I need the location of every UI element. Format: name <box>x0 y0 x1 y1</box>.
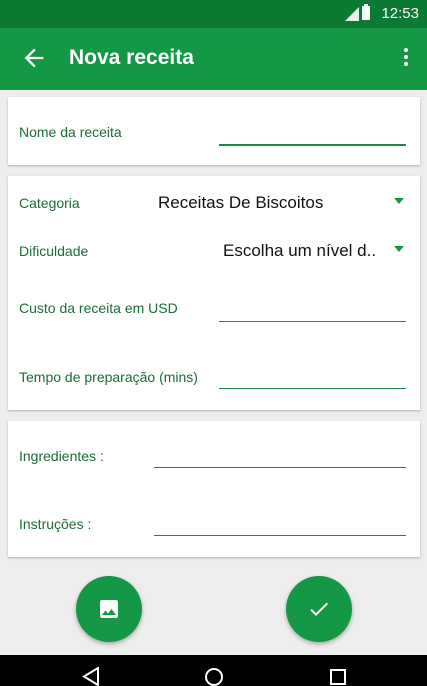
recipe-name-label: Nome da receita <box>19 124 122 140</box>
details-card: Categoria Receitas De Biscoitos Dificuld… <box>8 176 420 410</box>
difficulty-select[interactable]: Escolha um nível d.. <box>223 241 376 261</box>
battery-icon <box>362 4 370 20</box>
more-vert-icon[interactable] <box>403 48 409 70</box>
recipe-name-input[interactable] <box>219 144 406 146</box>
difficulty-dropdown-icon[interactable] <box>394 246 404 252</box>
cost-label: Custo da receita em USD <box>19 300 178 316</box>
app-bar: Nova receita <box>0 28 427 90</box>
status-bar: 12:53 <box>0 0 427 28</box>
signal-icon <box>345 7 359 21</box>
check-icon <box>310 602 328 616</box>
ingredients-card: Ingredientes : Instruções : <box>8 421 420 557</box>
nav-home-icon[interactable] <box>204 667 224 686</box>
prep-time-input[interactable] <box>219 388 406 389</box>
difficulty-label: Dificuldade <box>19 243 89 259</box>
page-title: Nova receita <box>69 46 194 69</box>
prep-time-label: Tempo de preparação (mins) <box>19 369 198 385</box>
category-select[interactable]: Receitas De Biscoitos <box>158 193 323 213</box>
nav-back-icon[interactable] <box>82 667 100 686</box>
save-button[interactable] <box>286 576 352 642</box>
system-nav-bar <box>0 655 427 686</box>
cost-input[interactable] <box>219 321 406 322</box>
ingredients-label: Ingredientes : <box>19 448 104 464</box>
category-dropdown-icon[interactable] <box>394 198 404 204</box>
instructions-label: Instruções : <box>19 516 92 532</box>
nav-recents-icon[interactable] <box>329 667 347 686</box>
status-time: 12:53 <box>381 5 419 22</box>
add-image-button[interactable] <box>76 576 142 642</box>
recipe-name-card: Nome da receita <box>8 97 420 165</box>
instructions-input[interactable] <box>154 535 406 536</box>
category-label: Categoria <box>19 195 80 211</box>
arrow-left-icon[interactable] <box>20 44 48 72</box>
image-icon <box>100 600 118 618</box>
ingredients-input[interactable] <box>154 467 406 468</box>
